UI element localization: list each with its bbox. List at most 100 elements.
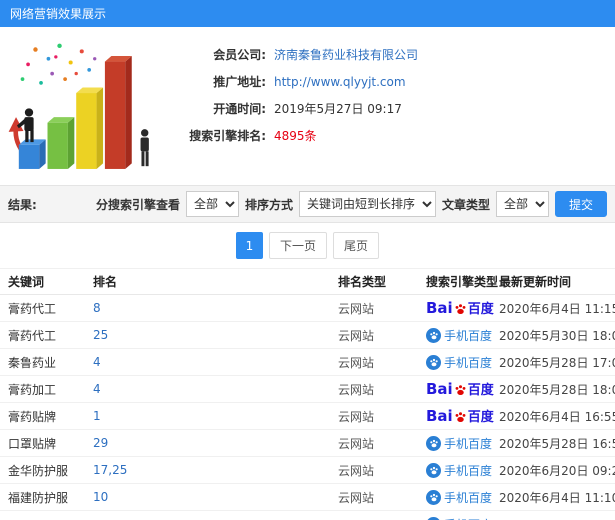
bar-green — [47, 117, 75, 169]
baidu-cn-text: 百度 — [467, 382, 494, 398]
company-label: 会员公司: — [213, 48, 266, 62]
baidu-latin-text: Bai — [426, 406, 453, 425]
sort-select[interactable]: 关键词由短到长排序 — [298, 191, 436, 217]
update-time-cell: 2020年5月28日 18:03 — [499, 382, 615, 397]
promo-url-link[interactable]: http://www.qlyyjt.com — [274, 75, 406, 89]
ranking-count-value: 4895条 — [274, 129, 317, 143]
article-type-select[interactable]: 全部 — [495, 191, 549, 217]
rank-link[interactable]: 17,25 — [93, 463, 338, 477]
businessman-left-figure — [16, 108, 34, 143]
mobile-baidu-logo: 手机百度 — [426, 327, 492, 344]
businessman-right-figure — [140, 129, 149, 167]
baidu-latin-text: Bai — [426, 379, 453, 398]
filter-controls: 分搜索引擎查看 全部 排序方式 关键词由短到长排序 文章类型 全部 提交 — [96, 191, 607, 217]
rank-type-cell: 云网站 — [338, 463, 375, 478]
company-info: 会员公司: 济南秦鲁药业科技有限公司 推广地址: http://www.qlyy… — [170, 41, 418, 177]
bar-blue — [18, 139, 46, 169]
engine-cell: 手机百度 — [426, 327, 499, 344]
rank-link[interactable]: 8 — [93, 301, 338, 315]
engine-cell: Bai 百度 — [426, 298, 499, 317]
update-time-cell: 2020年6月4日 11:10 — [499, 490, 615, 505]
mobile-baidu-logo: 手机百度 — [426, 354, 492, 371]
rank-link[interactable]: 4 — [93, 382, 338, 396]
submit-button[interactable]: 提交 — [554, 191, 607, 217]
mobile-baidu-icon — [426, 462, 441, 478]
update-time-cell: 2020年6月4日 16:55 — [499, 409, 615, 424]
keyword-cell: 膏药贴牌 — [8, 409, 57, 424]
baidu-cn-text: 百度 — [467, 301, 494, 317]
mobile-baidu-icon — [426, 354, 441, 370]
filter-bar: 结果: 分搜索引擎查看 全部 排序方式 关键词由短到长排序 文章类型 全部 提交 — [0, 185, 615, 223]
mobile-baidu-logo: 手机百度 — [426, 435, 492, 452]
mobile-baidu-text: 手机百度 — [444, 490, 493, 505]
rank-type-cell: 云网站 — [338, 409, 375, 424]
mobile-baidu-text: 手机百度 — [444, 355, 493, 370]
result-label: 结果: — [8, 197, 37, 212]
confetti-dots — [20, 43, 97, 85]
mobile-baidu-text: 手机百度 — [444, 516, 492, 520]
pagination-last-button[interactable]: 尾页 — [333, 232, 380, 259]
keyword-cell: 金华防护服 — [8, 463, 69, 478]
engine-cell: 手机百度 — [426, 435, 499, 452]
engine-cell: Bai 百度 — [426, 406, 499, 425]
engine-cell: 手机百度 — [426, 516, 499, 520]
baidu-paw-icon — [455, 384, 466, 395]
rank-type-cell: 云网站 — [338, 328, 375, 343]
page-title: 网络营销效果展示 — [10, 7, 107, 21]
engine-filter-label: 分搜索引擎查看 — [95, 197, 180, 212]
pagination-next-button[interactable]: 下一页 — [268, 232, 327, 259]
table-body: 膏药代工 8 云网站 Bai 百度 2020年6月4日 11:15 膏药代工 25 云网站 手机百… — [0, 295, 615, 520]
engine-cell: 手机百度 — [426, 354, 499, 371]
keyword-ranking-table: 关键词 排名 排名类型 搜索引擎类型 最新更新时间 膏药代工 8 云网站 Bai 百度 2… — [0, 269, 615, 520]
info-row: 推广地址: http://www.qlyyjt.com — [170, 68, 418, 95]
sort-filter-label: 排序方式 — [244, 197, 293, 212]
table-row: 膏药代工 8 云网站 Bai 百度 2020年6月4日 11:15 — [0, 295, 615, 322]
rank-link[interactable]: 25 — [93, 328, 338, 342]
header-engine-type: 搜索引擎类型 — [426, 275, 499, 289]
baidu-latin-text: Bai — [426, 298, 453, 317]
header-rank: 排名 — [93, 275, 118, 289]
rank-type-cell: 云网站 — [338, 355, 375, 370]
keyword-cell: 膏药代工 — [8, 328, 57, 343]
engine-cell: Bai 百度 — [426, 379, 499, 398]
promo-url-label: 推广地址: — [213, 75, 266, 89]
rank-link[interactable]: 4 — [93, 355, 338, 369]
open-time-value: 2019年5月27日 09:17 — [274, 102, 402, 116]
mobile-baidu-logo: 手机百度 — [426, 489, 492, 506]
keyword-cell: 口罩贴牌 — [8, 436, 57, 451]
baidu-logo: Bai 百度 — [426, 298, 494, 317]
rank-type-cell: 云网站 — [338, 436, 375, 451]
company-link[interactable]: 济南秦鲁药业科技有限公司 — [274, 46, 418, 63]
baidu-cn-text: 百度 — [467, 409, 494, 425]
rank-link[interactable]: 1 — [93, 409, 338, 423]
table-row: 秦鲁药业 4 云网站 手机百度 2020年5月28日 17:02 — [0, 349, 615, 376]
keyword-cell: 秦鲁药业 — [8, 355, 57, 370]
ranking-count-label: 搜索引擎排名: — [189, 129, 266, 143]
article-type-label: 文章类型 — [441, 197, 490, 212]
table-row: 福建防护服 10 云网站 手机百度 2020年6月4日 11:10 — [0, 484, 615, 511]
rank-type-cell: 云网站 — [338, 382, 375, 397]
rank-link[interactable]: 10 — [93, 490, 338, 504]
table-row: 手机百度 — [0, 511, 615, 520]
mobile-baidu-logo: 手机百度 — [426, 516, 492, 520]
baidu-logo: Bai 百度 — [426, 406, 494, 425]
mobile-baidu-icon — [426, 327, 441, 343]
pagination-current-page[interactable]: 1 — [235, 232, 263, 259]
info-row: 搜索引擎排名: 4895条 — [170, 122, 418, 149]
engine-select[interactable]: 全部 — [185, 191, 239, 217]
table-row: 金华防护服 17,25 云网站 手机百度 2020年6月20日 09:25 — [0, 457, 615, 484]
header-update-time: 最新更新时间 — [499, 275, 572, 289]
update-time-cell: 2020年5月28日 16:55 — [499, 436, 615, 451]
rank-link[interactable]: 29 — [93, 436, 338, 450]
mobile-baidu-text: 手机百度 — [444, 463, 493, 478]
rank-type-cell: 云网站 — [338, 301, 375, 316]
page: 网络营销效果展示 会员公司: 济南秦鲁药业科技有限公司 推广地址: http:/… — [0, 0, 615, 520]
baidu-paw-icon — [455, 411, 466, 422]
table-row: 口罩贴牌 29 云网站 手机百度 2020年5月28日 16:55 — [0, 430, 615, 457]
open-time-label: 开通时间: — [213, 102, 266, 116]
engine-cell: 手机百度 — [426, 489, 499, 506]
title-bar: 网络营销效果展示 — [0, 0, 615, 27]
mobile-baidu-icon — [426, 435, 441, 451]
engine-cell: 手机百度 — [426, 462, 499, 479]
table-header: 关键词 排名 排名类型 搜索引擎类型 最新更新时间 — [0, 269, 615, 295]
